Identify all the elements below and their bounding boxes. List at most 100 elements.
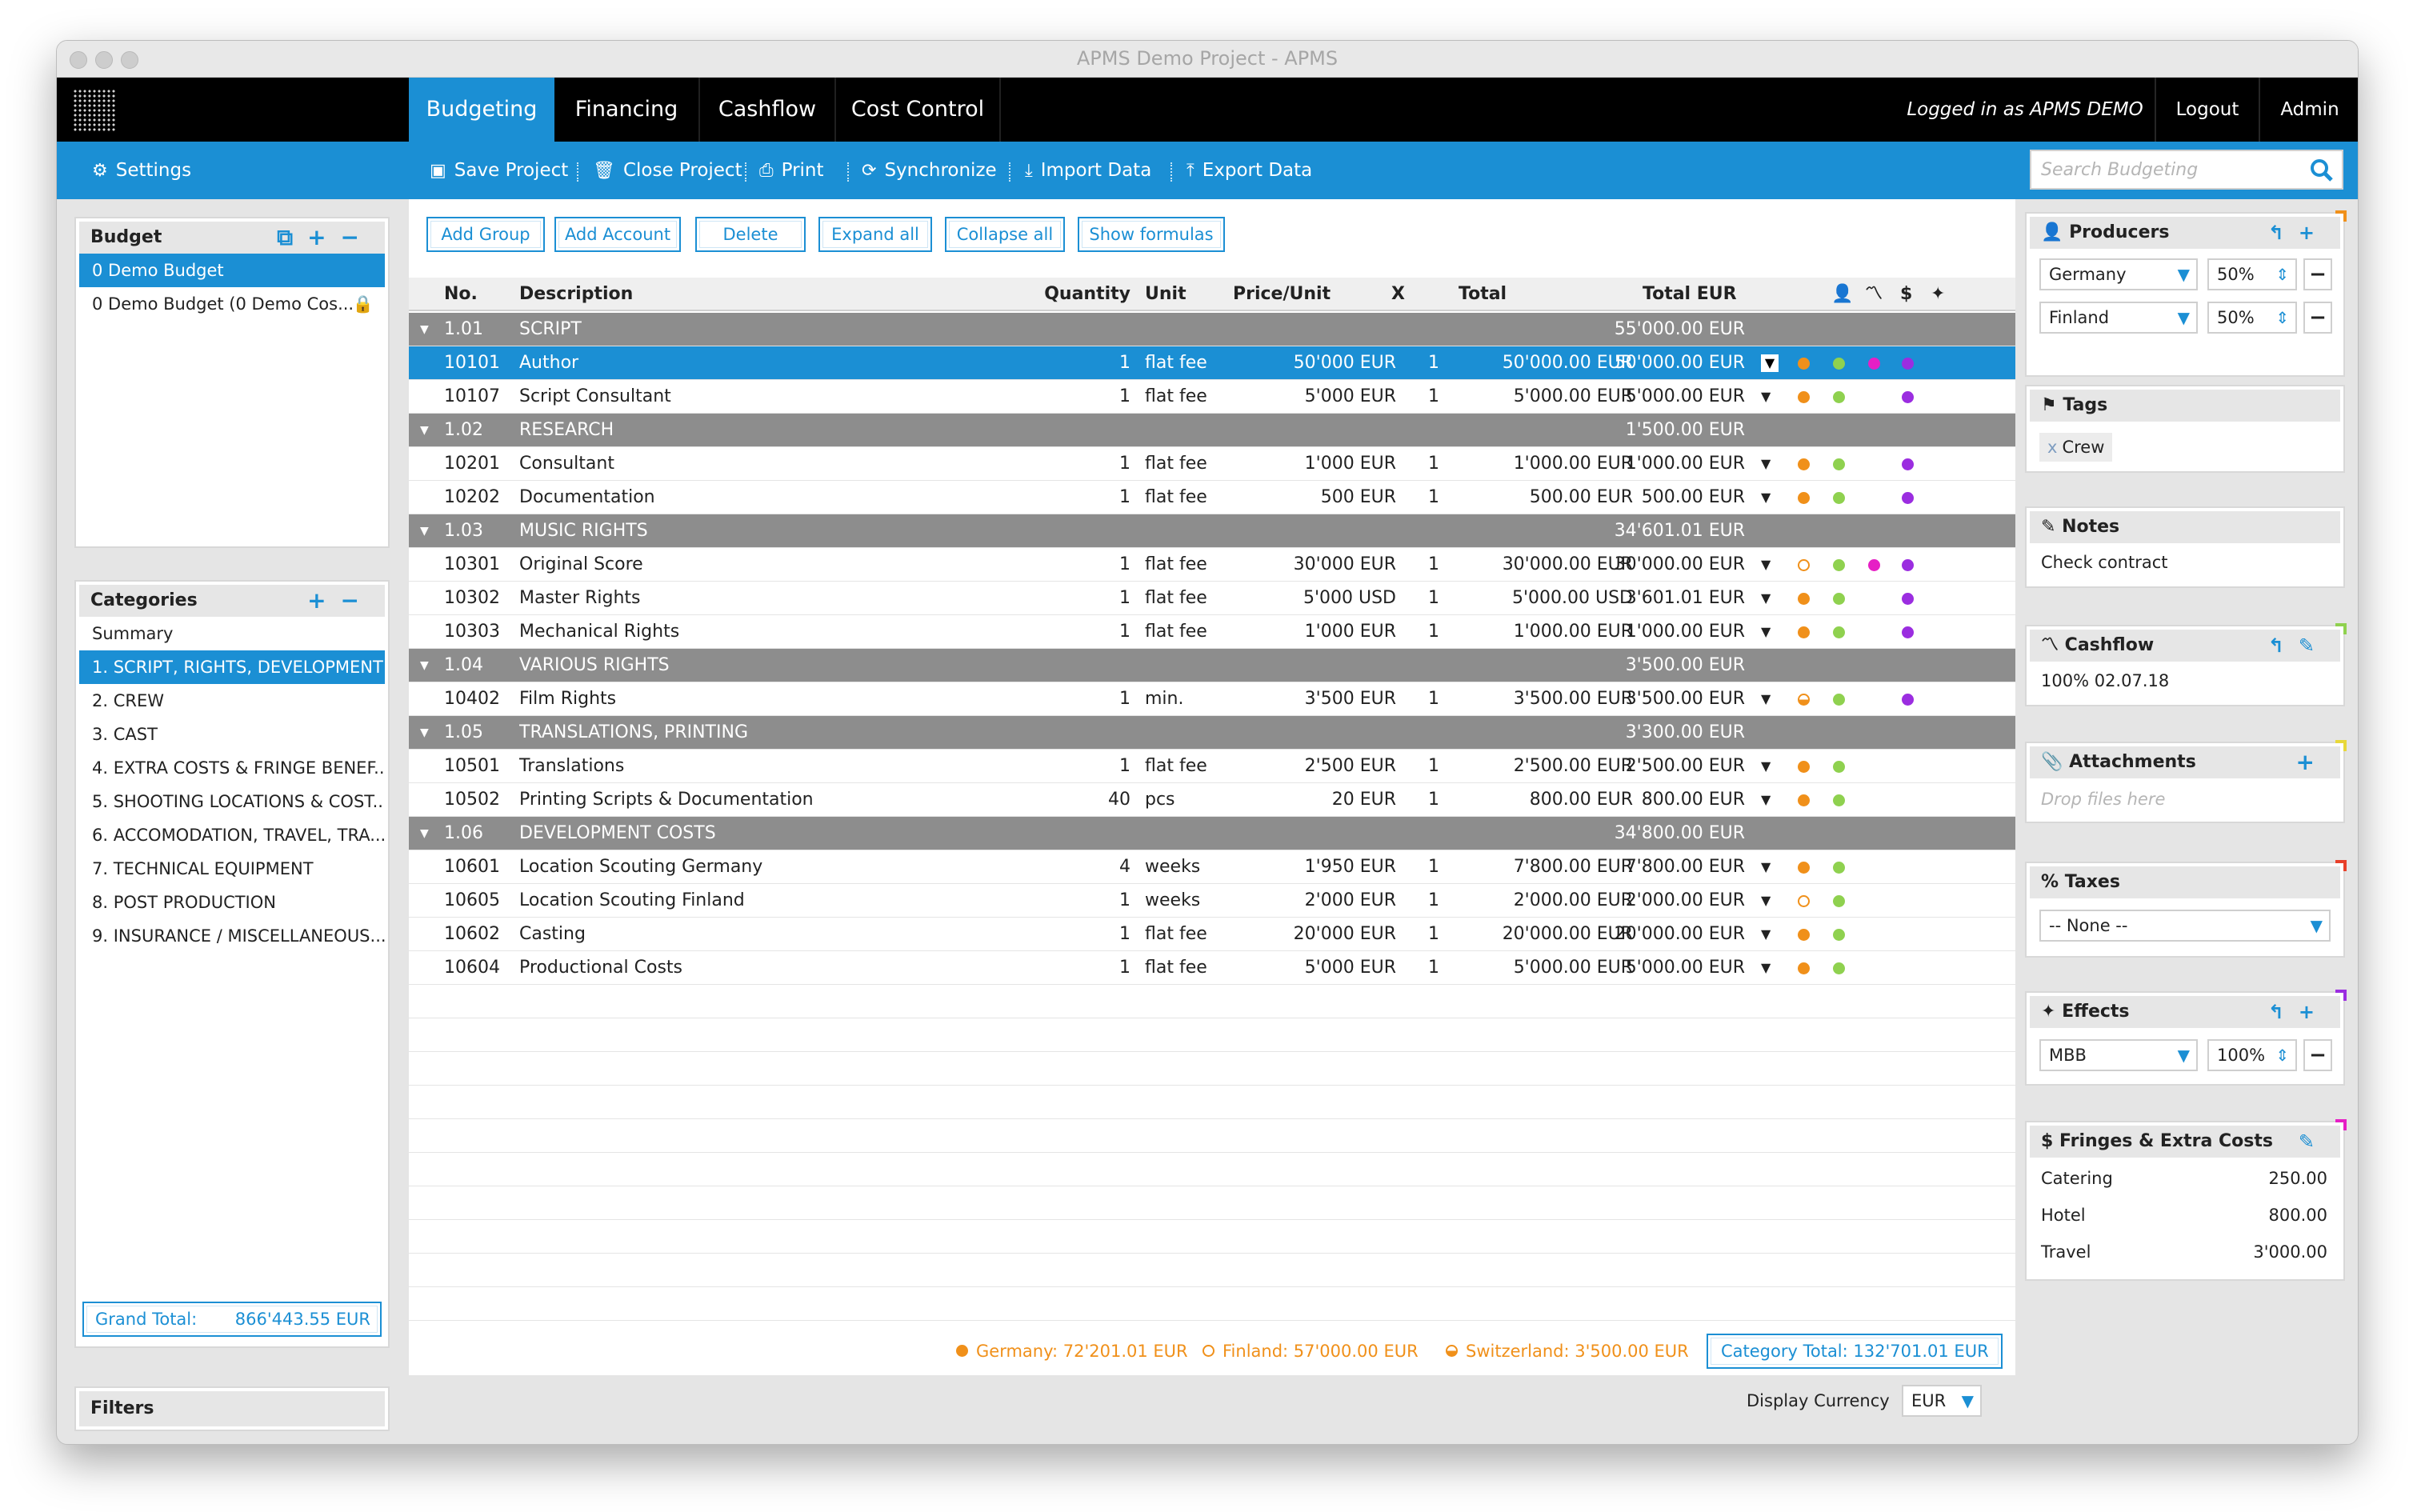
account-price[interactable]: 20 EUR xyxy=(1209,783,1396,817)
account-x[interactable]: 1 xyxy=(1422,346,1446,380)
tab-financing[interactable]: Financing xyxy=(554,78,700,142)
account-quantity[interactable]: 1 xyxy=(1017,447,1130,481)
col-unit[interactable]: Unit xyxy=(1145,278,1186,311)
account-total-eur[interactable]: 7'800.00 EUR xyxy=(1577,850,1745,884)
account-description[interactable]: Translations xyxy=(519,750,855,783)
group-row[interactable]: ▼ 1.04 VARIOUS RIGHTS 3'500.00 EUR xyxy=(409,649,2015,682)
account-x[interactable]: 1 xyxy=(1422,582,1446,615)
account-description[interactable]: Script Consultant xyxy=(519,380,855,414)
account-quantity[interactable]: 1 xyxy=(1017,380,1130,414)
logout-button[interactable]: Logout xyxy=(2156,78,2259,142)
account-description[interactable]: Mechanical Rights xyxy=(519,615,855,649)
account-unit[interactable]: flat fee xyxy=(1145,346,1207,380)
account-description[interactable]: Author xyxy=(519,346,855,380)
account-x[interactable]: 1 xyxy=(1422,850,1446,884)
group-row[interactable]: ▼ 1.02 RESEARCH 1'500.00 EUR xyxy=(409,414,2015,447)
account-no[interactable]: 10602 xyxy=(444,918,500,951)
account-total-eur[interactable]: 1'000.00 EUR xyxy=(1577,447,1745,481)
account-x[interactable]: 1 xyxy=(1422,884,1446,918)
group-row[interactable]: ▼ 1.06 DEVELOPMENT COSTS 34'800.00 EUR xyxy=(409,817,2015,850)
account-no[interactable]: 10101 xyxy=(444,346,500,380)
row-menu-icon[interactable]: ▼ xyxy=(1761,354,1779,372)
account-description[interactable]: Original Score xyxy=(519,548,855,582)
account-total-eur[interactable]: 50'000.00 EUR xyxy=(1577,346,1745,380)
account-description[interactable]: Consultant xyxy=(519,447,855,481)
undo-icon[interactable]: ↰ xyxy=(2268,634,2299,657)
save-project-button[interactable]: ▣ Save Project xyxy=(430,142,568,199)
apms-logo-icon[interactable] xyxy=(73,89,116,132)
table-row[interactable]: 10303 Mechanical Rights 1 flat fee 1'000 EUR… xyxy=(409,615,2015,649)
remove-effect-button[interactable]: − xyxy=(2303,1039,2332,1071)
producer-country-select[interactable]: Germany ▼ xyxy=(2039,258,2198,290)
account-x[interactable]: 1 xyxy=(1422,481,1446,514)
account-total-eur[interactable]: 2'000.00 EUR xyxy=(1577,884,1745,918)
col-total[interactable]: Total xyxy=(1459,278,1507,311)
account-x[interactable]: 1 xyxy=(1422,615,1446,649)
table-row[interactable]: 10301 Original Score 1 flat fee 30'000 EUR 1 3… xyxy=(409,548,2015,582)
account-description[interactable]: Location Scouting Germany xyxy=(519,850,855,884)
group-row[interactable]: ▼ 1.05 TRANSLATIONS, PRINTING 3'300.00 EUR xyxy=(409,716,2015,750)
budget-item[interactable]: 0 Demo Budget (0 Demo Cos... 🔒 xyxy=(79,287,385,321)
expand-all-button[interactable]: Expand all xyxy=(818,217,932,252)
synchronize-button[interactable]: ⟳ Synchronize xyxy=(862,142,997,199)
account-quantity[interactable]: 1 xyxy=(1017,951,1130,985)
account-no[interactable]: 10201 xyxy=(444,447,500,481)
table-row[interactable]: 10107 Script Consultant 1 flat fee 5'000 EUR… xyxy=(409,380,2015,414)
add-producer-icon[interactable]: + xyxy=(2299,222,2329,244)
producer-country-select[interactable]: Finland ▼ xyxy=(2039,302,2198,334)
group-description[interactable]: DEVELOPMENT COSTS xyxy=(519,817,716,850)
table-row[interactable]: 10605 Location Scouting Finland 1 weeks 2'00… xyxy=(409,884,2015,918)
producer-percent-stepper[interactable]: 50% ⇕ xyxy=(2207,302,2297,334)
col-price[interactable]: Price/Unit xyxy=(1233,278,1331,311)
table-row[interactable]: 10501 Translations 1 flat fee 2'500 EUR 1 2'50… xyxy=(409,750,2015,783)
group-no[interactable]: 1.03 xyxy=(444,514,483,548)
account-x[interactable]: 1 xyxy=(1422,951,1446,985)
effect-percent-stepper[interactable]: 100% ⇕ xyxy=(2207,1039,2297,1071)
account-price[interactable]: 1'000 EUR xyxy=(1209,615,1396,649)
account-unit[interactable]: flat fee xyxy=(1145,615,1207,649)
account-quantity[interactable]: 1 xyxy=(1017,481,1130,514)
remove-producer-button[interactable]: − xyxy=(2303,302,2332,334)
effect-select[interactable]: MBB ▼ xyxy=(2039,1039,2198,1071)
account-total-eur[interactable]: 500.00 EUR xyxy=(1577,481,1745,514)
row-menu-icon[interactable]: ▼ xyxy=(1761,783,1771,817)
remove-producer-button[interactable]: − xyxy=(2303,258,2332,290)
group-no[interactable]: 1.05 xyxy=(444,716,483,750)
account-price[interactable]: 500 EUR xyxy=(1209,481,1396,514)
table-row[interactable]: 10601 Location Scouting Germany 4 weeks 1'95… xyxy=(409,850,2015,884)
account-x[interactable]: 1 xyxy=(1422,783,1446,817)
remove-category-icon[interactable]: − xyxy=(341,587,374,614)
account-description[interactable]: Documentation xyxy=(519,481,855,514)
producer-percent-stepper[interactable]: 50% ⇕ xyxy=(2207,258,2297,290)
category-item[interactable]: 5. SHOOTING LOCATIONS & COST... xyxy=(79,785,385,818)
add-budget-icon[interactable]: + xyxy=(307,224,340,250)
group-total-eur[interactable]: 34'601.01 EUR xyxy=(1585,514,1745,548)
collapse-all-button[interactable]: Collapse all xyxy=(945,217,1065,252)
collapse-triangle-icon[interactable]: ▼ xyxy=(420,414,429,447)
account-no[interactable]: 10501 xyxy=(444,750,500,783)
row-menu-icon[interactable]: ▼ xyxy=(1761,750,1771,783)
collapse-triangle-icon[interactable]: ▼ xyxy=(420,716,429,750)
table-row[interactable]: 10604 Productional Costs 1 flat fee 5'000 EU… xyxy=(409,951,2015,985)
account-unit[interactable]: flat fee xyxy=(1145,750,1207,783)
account-unit[interactable]: weeks xyxy=(1145,884,1200,918)
row-menu-icon[interactable]: ▼ xyxy=(1761,582,1771,615)
group-description[interactable]: VARIOUS RIGHTS xyxy=(519,649,670,682)
account-total-eur[interactable]: 3'601.01 EUR xyxy=(1577,582,1745,615)
account-description[interactable]: Printing Scripts & Documentation xyxy=(519,783,855,817)
row-menu-icon[interactable]: ▼ xyxy=(1761,884,1771,918)
import-data-button[interactable]: ⤓ Import Data xyxy=(1025,142,1151,199)
account-price[interactable]: 5'000 USD xyxy=(1209,582,1396,615)
account-description[interactable]: Master Rights xyxy=(519,582,855,615)
add-group-button[interactable]: Add Group xyxy=(426,217,545,252)
account-no[interactable]: 10301 xyxy=(444,548,500,582)
row-menu-icon[interactable]: ▼ xyxy=(1761,951,1771,985)
account-no[interactable]: 10502 xyxy=(444,783,500,817)
account-unit[interactable]: flat fee xyxy=(1145,918,1207,951)
account-total-eur[interactable]: 20'000.00 EUR xyxy=(1577,918,1745,951)
row-menu-icon[interactable]: ▼ xyxy=(1761,682,1771,716)
col-total-eur[interactable]: Total EUR xyxy=(1643,278,1737,311)
group-row[interactable]: ▼ 1.03 MUSIC RIGHTS 34'601.01 EUR xyxy=(409,514,2015,548)
account-quantity[interactable]: 1 xyxy=(1017,346,1130,380)
account-quantity[interactable]: 1 xyxy=(1017,682,1130,716)
